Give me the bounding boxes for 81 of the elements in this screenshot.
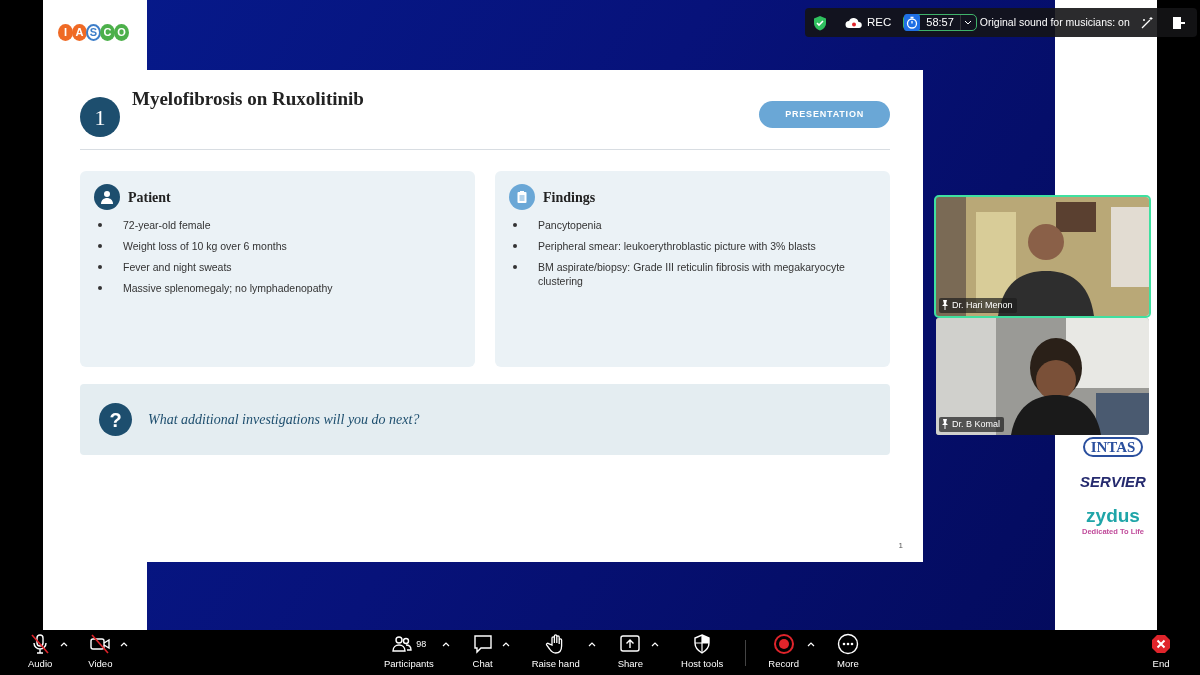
toolbar-button[interactable]: End [1150,633,1172,672]
cloud-icon [845,16,863,29]
pin-icon [941,419,949,430]
button-label: Participants [384,657,434,672]
microphone-icon[interactable] [29,633,52,656]
participant-name: Dr. Hari Menon [952,298,1013,312]
sponsor-logo: INTAS [1082,437,1144,457]
clipboard-icon [509,184,535,210]
logo-letter: A [72,24,87,41]
bullet-icon [98,223,102,227]
caret-icon[interactable] [806,641,815,648]
toolbar-button[interactable]: Share [617,633,644,672]
shield-icon [813,14,827,31]
bullet-icon [98,286,102,290]
question-text: What additional investigations will you do next? [148,411,420,429]
presentation-label: PRESENTATION [759,101,890,128]
button-label: More [837,657,859,672]
list-item-text: Weight loss of 10 kg over 6 months [123,239,287,253]
list-item-text: BM aspirate/biopsy: Grade III reticulin fibrosis with megakaryocyte clustering [538,260,846,288]
panel-title: Patient [128,188,171,207]
page-number: 1 [898,540,903,552]
question-badge: ? [99,403,132,436]
bullet-icon [98,244,102,248]
slide-title: Myelofibrosis on Ruxolitinib [132,87,364,111]
record-icon[interactable] [772,633,795,656]
pin-icon [941,300,949,311]
button-label: Host tools [681,657,724,672]
list-item-text: Massive splenomegaly; no lymphadenopathy [123,281,333,295]
list-item-text: Peripheral smear: leukoerythroblastic picture with 3% blasts [538,239,816,253]
caret-icon[interactable] [651,641,660,648]
bullet-icon [513,265,517,269]
sound-status: Original sound for musicians: on [979,14,1130,30]
toolbar-button[interactable]: Raise hand [531,633,580,672]
exit-icon[interactable] [1171,15,1186,30]
more-icon[interactable] [836,633,859,656]
stopwatch-icon [904,14,921,31]
list-item-text: Pancytopenia [538,218,602,232]
logo-letter: C [100,24,115,41]
caret-icon[interactable] [501,641,510,648]
panel-title: Findings [543,188,596,207]
close-icon[interactable] [1150,633,1172,656]
toolbar-button[interactable]: Video [88,633,113,672]
button-label: Chat [472,657,493,672]
list-item-text: 72-year-old female [123,218,211,232]
caret-icon[interactable] [120,641,129,648]
participant-count: 98 [416,637,427,651]
button-label: Video [88,657,113,672]
chat-icon[interactable] [471,633,494,656]
button-label: Share [617,657,644,672]
toolbar-button[interactable]: More [836,633,859,672]
camera-icon[interactable] [89,633,112,656]
logo-letter: I [58,24,73,41]
caret-icon[interactable] [441,641,450,648]
toolbar-button[interactable]: Record [768,633,799,672]
bullet-icon [513,223,517,227]
video-tile[interactable]: Dr. B Komal [936,318,1149,435]
toolbar-button[interactable]: Chat [471,633,494,672]
logo-letter: O [114,24,129,41]
caret-icon[interactable] [60,641,69,648]
logo-letter: S [86,24,101,41]
wand-icon[interactable] [1139,15,1154,30]
toolbar-button[interactable]: 98 Participants [384,633,434,672]
bullet-icon [98,265,102,269]
sponsor-logo: zydus [1086,505,1140,526]
timer-control[interactable]: 58:57 [903,14,977,31]
button-label: Raise hand [531,657,580,672]
sponsor-logo: SERVIER [1080,472,1146,492]
timer-text: 58:57 [925,15,955,31]
toolbar-button[interactable]: Audio [28,633,53,672]
participant-name: Dr. B Komal [952,417,1000,431]
button-label: Audio [28,657,53,672]
person-icon [94,184,120,210]
bullet-icon [513,244,517,248]
number-badge: 1 [80,97,120,137]
button-label: Record [768,657,799,672]
toolbar-button[interactable]: Host tools [681,633,724,672]
list-item-text: Fever and night sweats [123,260,232,274]
caret-icon[interactable] [587,641,596,648]
video-tile[interactable]: Dr. Hari Menon [936,197,1149,316]
recording-label: REC [867,14,892,30]
button-label: End [1152,657,1170,672]
